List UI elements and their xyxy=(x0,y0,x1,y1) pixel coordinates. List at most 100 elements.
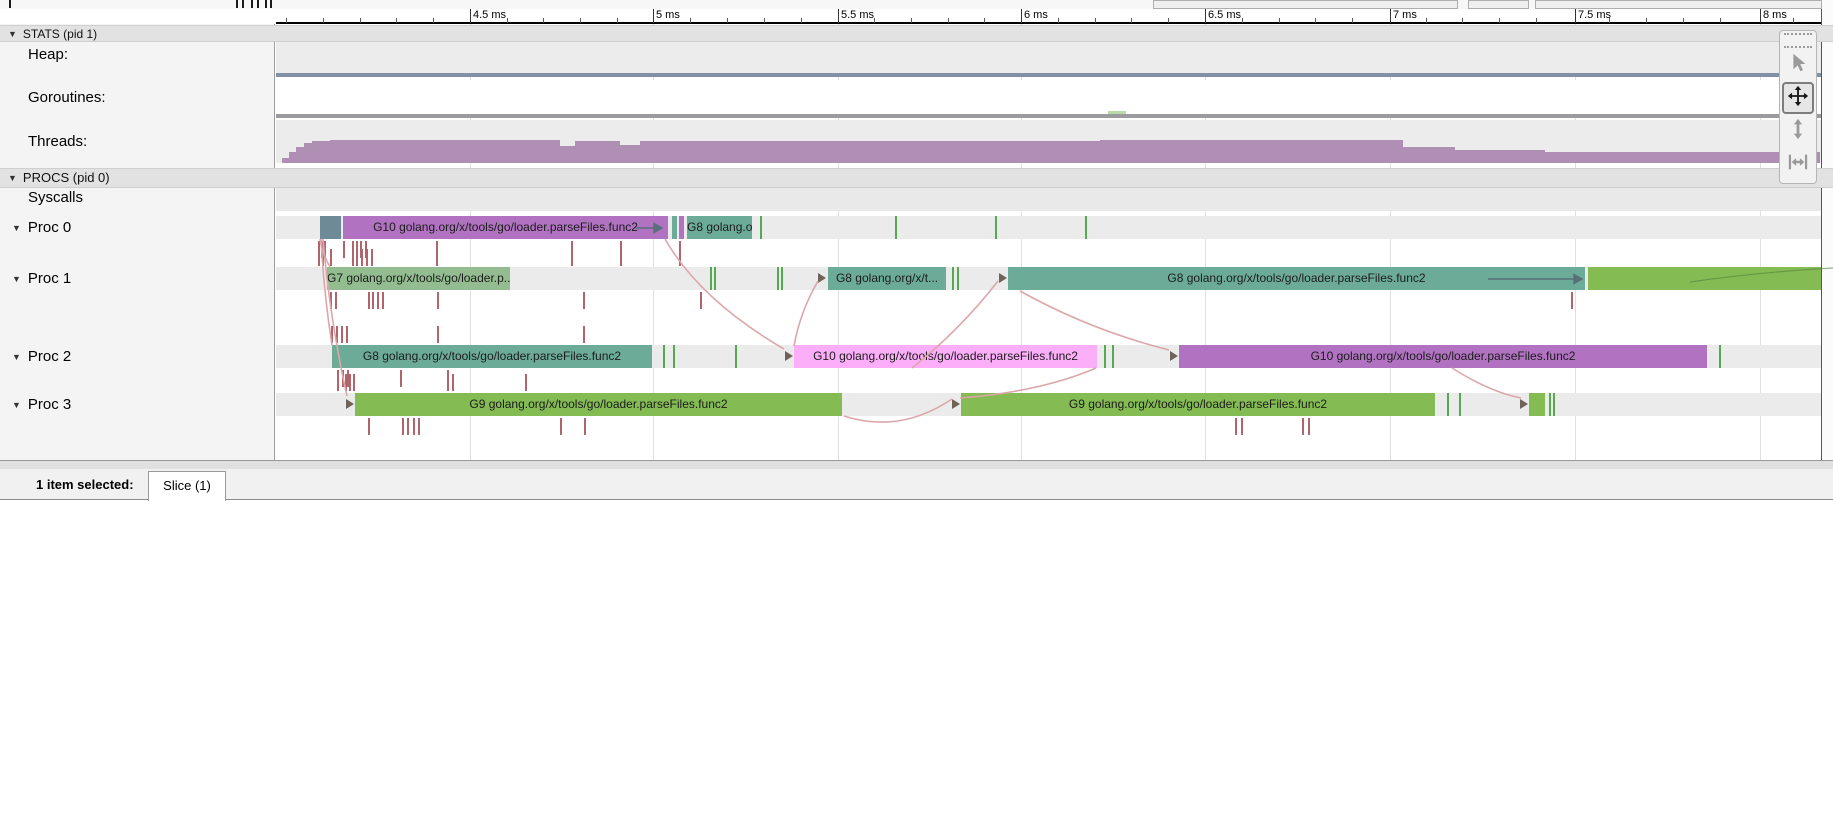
flow-tick xyxy=(349,374,351,391)
timeline-slice[interactable]: G8 golang.org/x/tools/go/loader.parseFil… xyxy=(1008,267,1585,290)
flow-arrowhead-icon xyxy=(346,399,354,409)
proc-track-label[interactable]: ▼Proc 3 xyxy=(12,396,71,413)
timeline-slice[interactable] xyxy=(1529,393,1545,416)
ruler-minor-tick xyxy=(1095,18,1096,23)
timeline-slice[interactable] xyxy=(672,216,677,239)
ruler-tick-label: 5 ms xyxy=(656,9,680,21)
timeline-slice[interactable]: G8 golang.org/x/tools/go/loader.parseFil… xyxy=(332,345,652,368)
counter-series-band xyxy=(276,73,1821,77)
instant-slice[interactable] xyxy=(1104,345,1106,368)
flow-tick xyxy=(1302,418,1304,435)
flow-arrowhead-icon xyxy=(1170,351,1178,361)
syscalls-track-strip[interactable] xyxy=(276,187,1821,211)
instant-slice[interactable] xyxy=(995,216,997,239)
ruler-tick-label: 4.5 ms xyxy=(473,9,506,21)
ruler-minor-tick xyxy=(507,18,508,23)
tab-slice[interactable]: Slice (1) xyxy=(148,471,226,501)
stats-group-header[interactable]: ▼STATS (pid 1) xyxy=(0,25,1833,42)
instant-slice[interactable] xyxy=(1719,345,1721,368)
instant-slice[interactable] xyxy=(781,267,783,290)
instant-slice[interactable] xyxy=(663,345,665,368)
stats-track-label: Threads: xyxy=(28,133,87,150)
proc-track-label[interactable]: ▼Proc 1 xyxy=(12,270,71,287)
instant-slice[interactable] xyxy=(1553,393,1555,416)
ruler-major-tick xyxy=(470,9,471,23)
counter-track-bg[interactable] xyxy=(276,120,1821,163)
timeline-slice[interactable]: G9 golang.org/x/tools/go/loader.parseFil… xyxy=(355,393,842,416)
vertical-zoom-icon xyxy=(1787,118,1809,145)
overview-viewport-box[interactable] xyxy=(1535,0,1822,9)
ruler-minor-tick xyxy=(1131,18,1132,23)
instant-slice[interactable] xyxy=(710,267,712,290)
procs-group-header[interactable]: ▼PROCS (pid 0) xyxy=(0,168,1833,188)
proc-track-label[interactable]: ▼Proc 0 xyxy=(12,219,71,236)
pan-tool-button[interactable] xyxy=(1782,82,1814,114)
instant-slice[interactable] xyxy=(1459,393,1461,416)
ruler-minor-tick xyxy=(948,18,949,23)
timeline-slice[interactable]: G10 golang.org/x/tools/go/loader.parseFi… xyxy=(794,345,1097,368)
instant-slice[interactable] xyxy=(952,267,954,290)
flow-tick xyxy=(584,418,586,435)
flow-tick xyxy=(346,326,348,343)
instant-slice[interactable] xyxy=(673,345,675,368)
timeline-slice[interactable] xyxy=(320,216,341,239)
flow-tick xyxy=(452,374,454,391)
ruler-minor-tick xyxy=(1279,18,1280,23)
timeline-slice[interactable]: G8 golang.or... xyxy=(687,216,752,239)
counter-track-bg[interactable] xyxy=(276,80,1821,118)
instant-slice[interactable] xyxy=(1549,393,1551,416)
flow-tick xyxy=(1571,292,1573,309)
timeline-slice[interactable]: G7 golang.org/x/tools/go/loader.p... xyxy=(327,267,510,290)
timing-tool-button[interactable] xyxy=(1783,148,1813,180)
timeline-slice[interactable]: G10 golang.org/x/tools/go/loader.parseFi… xyxy=(343,216,668,239)
flow-tick xyxy=(345,374,347,391)
instant-slice[interactable] xyxy=(895,216,897,239)
instant-slice[interactable] xyxy=(1112,345,1114,368)
overview-mark xyxy=(9,0,11,8)
flow-tick xyxy=(413,418,415,435)
timeline-slice[interactable]: G9 golang.org/x/tools/go/loader.parseFil… xyxy=(961,393,1435,416)
flow-tick xyxy=(331,326,333,343)
overview-mark xyxy=(251,0,253,8)
proc-label-text: Proc 0 xyxy=(28,219,71,236)
timeline-slice[interactable]: G10 golang.org/x/tools/go/loader.parseFi… xyxy=(1179,345,1707,368)
collapse-icon: ▼ xyxy=(8,169,17,187)
cursor-icon xyxy=(1787,52,1809,79)
instant-slice[interactable] xyxy=(1085,216,1087,239)
ruler-minor-tick xyxy=(1646,18,1647,23)
overview-viewport-box[interactable] xyxy=(1468,0,1529,9)
instant-slice[interactable] xyxy=(777,267,779,290)
flow-tick xyxy=(407,418,409,435)
instant-slice[interactable] xyxy=(735,345,737,368)
flow-tick xyxy=(437,326,439,343)
ruler-major-tick xyxy=(1760,9,1761,23)
timeline-slice[interactable]: G8 golang.org/x/t... xyxy=(828,267,946,290)
instant-slice[interactable] xyxy=(957,267,959,290)
timeline-slice[interactable] xyxy=(679,216,684,239)
counter-track-bg[interactable] xyxy=(276,40,1821,77)
collapse-icon: ▼ xyxy=(12,352,21,362)
syscalls-track-label: Syscalls xyxy=(28,189,83,206)
flow-tick xyxy=(368,292,370,309)
flow-tick xyxy=(318,249,320,266)
flow-tick xyxy=(330,292,332,309)
flow-tick xyxy=(366,249,368,266)
ruler-minor-tick xyxy=(1462,18,1463,23)
instant-slice[interactable] xyxy=(760,216,762,239)
overview-mark xyxy=(242,0,244,8)
toolbar-drag-handle[interactable] xyxy=(1784,33,1812,48)
flow-tick xyxy=(436,249,438,266)
proc-track-label[interactable]: ▼Proc 2 xyxy=(12,348,71,365)
goroutine-count-blip xyxy=(1108,111,1126,114)
timeline-slice[interactable] xyxy=(1588,267,1821,290)
overview-viewport-box[interactable] xyxy=(1153,0,1458,9)
zoom-tool-button[interactable] xyxy=(1783,115,1813,147)
flow-arrowhead-icon xyxy=(818,273,826,283)
selection-tool-button[interactable] xyxy=(1783,49,1813,81)
ruler-minor-tick xyxy=(433,18,434,23)
instant-slice[interactable] xyxy=(714,267,716,290)
flow-event-curve xyxy=(665,239,784,349)
instant-slice[interactable] xyxy=(1447,393,1449,416)
overview-mark xyxy=(265,0,267,8)
ruler-minor-tick xyxy=(1720,18,1721,23)
